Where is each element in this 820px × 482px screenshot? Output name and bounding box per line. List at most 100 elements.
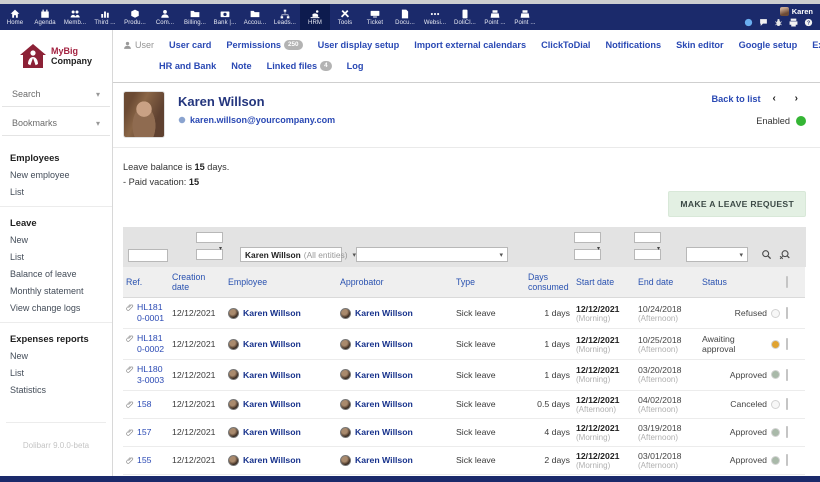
bug-icon[interactable] — [774, 18, 783, 27]
sidebar-link[interactable]: New — [0, 347, 112, 364]
sidebar-link[interactable]: List — [0, 183, 112, 200]
sidebar-search-dropdown[interactable]: Search ▾ — [2, 84, 110, 107]
tab[interactable]: HR and Bank — [159, 61, 216, 71]
user-email-link[interactable]: karen.willson@yourcompany.com — [178, 115, 335, 125]
ref-link[interactable]: HL1803-0003 — [137, 364, 166, 386]
sidebar-link[interactable]: Balance of leave — [0, 265, 112, 282]
row-checkbox[interactable] — [786, 426, 788, 438]
approbator-link[interactable]: Karen Willson — [340, 369, 450, 380]
column-header-start-date[interactable]: Start date — [573, 267, 635, 298]
ref-link[interactable]: HL1810-0002 — [137, 333, 166, 355]
tab[interactable]: Note — [231, 61, 251, 71]
menu-doliclub[interactable]: DoliCl... — [450, 4, 480, 30]
menu-accountancy[interactable]: Accou... — [240, 4, 270, 30]
search-icon[interactable] — [761, 249, 772, 260]
sidebar-link[interactable]: New employee — [0, 166, 112, 183]
filter-employee-select[interactable]: Karen Willson (All entities) ▾ — [240, 247, 342, 262]
tab[interactable]: ClickToDial — [541, 40, 590, 50]
filter-end-month-input[interactable] — [634, 232, 661, 243]
row-checkbox[interactable] — [786, 338, 788, 350]
approbator-link[interactable]: Karen Willson — [340, 399, 450, 410]
sidebar-link[interactable]: View change logs — [0, 299, 112, 316]
filter-start-year-input[interactable] — [574, 249, 601, 260]
menu-members[interactable]: Memb... — [60, 4, 90, 30]
column-header-days-consumed[interactable]: Days consumed — [525, 267, 573, 298]
filter-creation-month-input[interactable] — [196, 232, 223, 243]
back-to-list-link[interactable]: Back to list — [712, 94, 761, 104]
employee-link[interactable]: Karen Willson — [228, 455, 334, 466]
filter-start-month-input[interactable] — [574, 232, 601, 243]
column-header-creation-date[interactable]: Creation date — [169, 267, 225, 298]
menu-agenda[interactable]: Agenda — [30, 4, 60, 30]
make-leave-request-button[interactable]: MAKE A LEAVE REQUEST — [668, 191, 806, 217]
sidebar-link[interactable]: List — [0, 364, 112, 381]
sidebar-link[interactable]: New — [0, 231, 112, 248]
tab[interactable]: Permissions 250 — [226, 40, 302, 50]
column-header-employee[interactable]: Employee — [225, 267, 337, 298]
filter-status-select[interactable]: ▾ — [686, 247, 748, 262]
chat-icon[interactable] — [759, 18, 768, 27]
logged-user[interactable]: Karen — [780, 7, 813, 16]
employee-link[interactable]: Karen Willson — [228, 308, 334, 319]
tab[interactable]: Expense report — [812, 40, 820, 50]
clear-filters-icon[interactable] — [779, 249, 790, 260]
tab[interactable]: User display setup — [318, 40, 400, 50]
company-logo[interactable]: MyBig Company — [0, 44, 112, 68]
help-icon[interactable] — [804, 18, 813, 27]
sidebar-link[interactable]: Monthly statement — [0, 282, 112, 299]
menu-home[interactable]: Home — [0, 4, 30, 30]
menu-leads[interactable]: Leads... — [270, 4, 300, 30]
row-checkbox[interactable] — [786, 454, 788, 466]
column-header-ref[interactable]: Ref. — [123, 267, 169, 298]
approbator-link[interactable]: Karen Willson — [340, 455, 450, 466]
tab[interactable]: Log — [347, 61, 364, 71]
menu-documents[interactable]: Docu... — [390, 4, 420, 30]
employee-link[interactable]: Karen Willson — [228, 427, 334, 438]
menu-tools[interactable]: Tools — [330, 4, 360, 30]
sidebar-link[interactable]: List — [0, 248, 112, 265]
select-all-checkbox[interactable] — [786, 276, 788, 288]
tab[interactable]: Google setup — [739, 40, 798, 50]
column-header-end-date[interactable]: End date — [635, 267, 699, 298]
tab[interactable]: Skin editor — [676, 40, 723, 50]
employee-link[interactable]: Karen Willson — [228, 399, 334, 410]
approbator-link[interactable]: Karen Willson — [340, 308, 450, 319]
menu-products[interactable]: Produ... — [120, 4, 150, 30]
row-checkbox[interactable] — [786, 398, 788, 410]
column-header-type[interactable]: Type — [453, 267, 525, 298]
column-header-status[interactable]: Status — [699, 267, 783, 298]
tab[interactable]: User card — [169, 40, 211, 50]
menu-hrm[interactable]: HRM — [300, 4, 330, 30]
ref-link[interactable]: 158 — [137, 399, 152, 410]
print-icon[interactable] — [789, 18, 798, 27]
tab[interactable]: Linked files 4 — [267, 61, 332, 71]
employee-link[interactable]: Karen Willson — [228, 369, 334, 380]
approbator-link[interactable]: Karen Willson — [340, 339, 450, 350]
sidebar-link[interactable]: Statistics — [0, 381, 112, 398]
approbator-link[interactable]: Karen Willson — [340, 427, 450, 438]
menu-billing[interactable]: Billing... — [180, 4, 210, 30]
row-checkbox[interactable] — [786, 307, 788, 319]
menu-pos-2[interactable]: Point ... — [510, 4, 540, 30]
sidebar-bookmarks-dropdown[interactable]: Bookmarks ▾ — [2, 113, 110, 136]
column-header-approbator[interactable]: Approbator — [337, 267, 453, 298]
menu-ticket[interactable]: Ticket — [360, 4, 390, 30]
ref-link[interactable]: 155 — [137, 455, 152, 466]
filter-creation-year-input[interactable] — [196, 249, 223, 260]
filter-approbator-select[interactable]: ▾ — [356, 247, 508, 262]
globe-icon[interactable] — [744, 18, 753, 27]
tab[interactable]: Notifications — [605, 40, 661, 50]
menu-website[interactable]: Websi... — [420, 4, 450, 30]
filter-end-year-input[interactable] — [634, 249, 661, 260]
pagination-prev-next-icons[interactable] — [773, 93, 806, 104]
menu-pos[interactable]: Point ... — [480, 4, 510, 30]
tab[interactable]: Import external calendars — [414, 40, 526, 50]
menu-commercial[interactable]: Com... — [150, 4, 180, 30]
menu-third-parties[interactable]: Third ... — [90, 4, 120, 30]
row-checkbox[interactable] — [786, 369, 788, 381]
filter-ref-input[interactable] — [128, 249, 168, 262]
employee-link[interactable]: Karen Willson — [228, 339, 334, 350]
ref-link[interactable]: HL1810-0001 — [137, 302, 166, 324]
ref-link[interactable]: 157 — [137, 427, 152, 438]
menu-bank[interactable]: Bank |... — [210, 4, 240, 30]
